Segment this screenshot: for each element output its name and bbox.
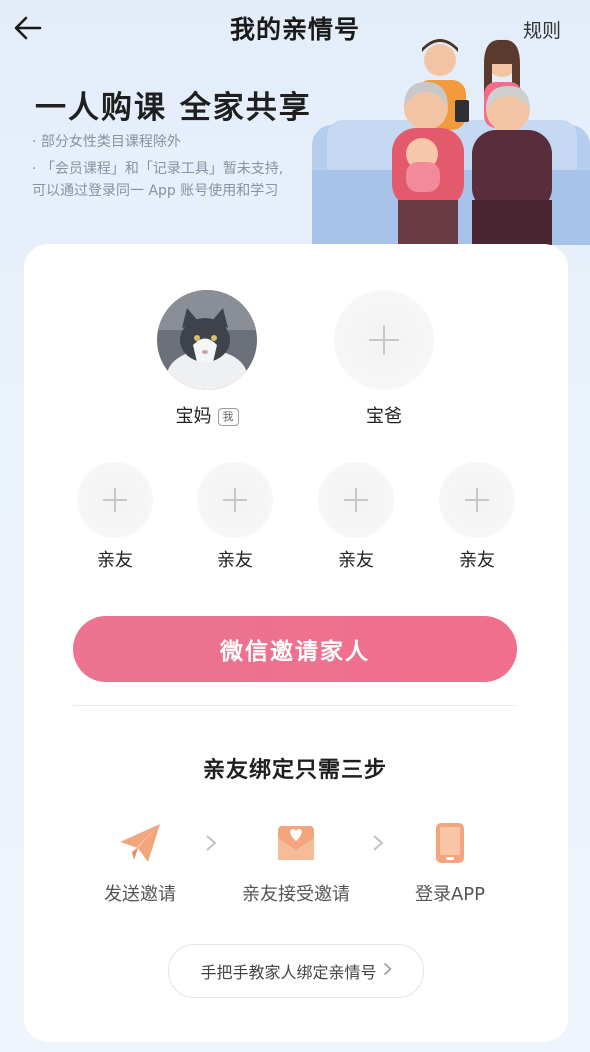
wechat-invite-button[interactable]: 微信邀请家人 bbox=[73, 616, 517, 682]
heart-envelope-icon bbox=[278, 826, 314, 860]
plus-icon bbox=[369, 325, 399, 355]
friend-slot[interactable]: 亲友 bbox=[77, 462, 153, 572]
divider bbox=[73, 705, 517, 706]
steps-title: 亲友绑定只需三步 bbox=[202, 758, 387, 783]
add-friend-slot[interactable] bbox=[197, 462, 273, 538]
tutorial-label: 手把手教家人绑定亲情号 bbox=[200, 963, 377, 982]
binding-tutorial-button[interactable]: 手把手教家人绑定亲情号 bbox=[168, 944, 424, 998]
step-send-invite: 发送邀请 bbox=[90, 822, 190, 906]
add-member-slot[interactable] bbox=[334, 290, 434, 390]
banner-note: 可以通过登录同一 App 账号使用和学习 bbox=[32, 183, 279, 199]
banner-headline: 一人购课 全家共享 bbox=[35, 90, 312, 126]
add-friend-slot[interactable] bbox=[77, 462, 153, 538]
avatar bbox=[157, 290, 257, 390]
step-label: 登录APP bbox=[414, 884, 486, 905]
friend-label: 亲友 bbox=[338, 550, 374, 571]
step-login-app: 登录APP bbox=[400, 822, 500, 906]
add-friend-slot[interactable] bbox=[439, 462, 515, 538]
step-label: 发送邀请 bbox=[104, 884, 176, 905]
me-badge: 我 bbox=[217, 408, 239, 426]
plus-icon bbox=[103, 488, 127, 512]
friend-label: 亲友 bbox=[459, 550, 495, 571]
friend-label: 亲友 bbox=[217, 550, 253, 571]
member-slot-mom[interactable]: 宝妈我 bbox=[157, 290, 257, 428]
banner-note: · 「会员课程」和「记录工具」暂未支持, bbox=[32, 161, 284, 177]
member-name: 宝爸 bbox=[366, 406, 402, 427]
friend-label: 亲友 bbox=[97, 550, 133, 571]
member-slot-dad[interactable]: 宝爸 bbox=[334, 290, 434, 428]
plus-icon bbox=[344, 488, 368, 512]
add-friend-slot[interactable] bbox=[318, 462, 394, 538]
chevron-right-icon bbox=[205, 834, 217, 857]
friend-slot[interactable]: 亲友 bbox=[318, 462, 394, 572]
plus-icon bbox=[465, 488, 489, 512]
paper-plane-icon bbox=[120, 824, 160, 862]
cat-avatar-icon bbox=[157, 290, 257, 390]
step-label: 亲友接受邀请 bbox=[242, 884, 350, 905]
family-illustration bbox=[312, 39, 590, 245]
friend-slot[interactable]: 亲友 bbox=[197, 462, 273, 572]
friend-slot[interactable]: 亲友 bbox=[439, 462, 515, 572]
banner-note: · 部分女性类目课程除外 bbox=[32, 134, 181, 150]
chevron-right-icon bbox=[372, 834, 384, 857]
step-accept-invite: 亲友接受邀请 bbox=[236, 822, 356, 906]
member-name: 宝妈 bbox=[175, 406, 212, 427]
plus-icon bbox=[223, 488, 247, 512]
phone-icon bbox=[436, 823, 464, 863]
chevron-right-icon bbox=[383, 962, 392, 980]
